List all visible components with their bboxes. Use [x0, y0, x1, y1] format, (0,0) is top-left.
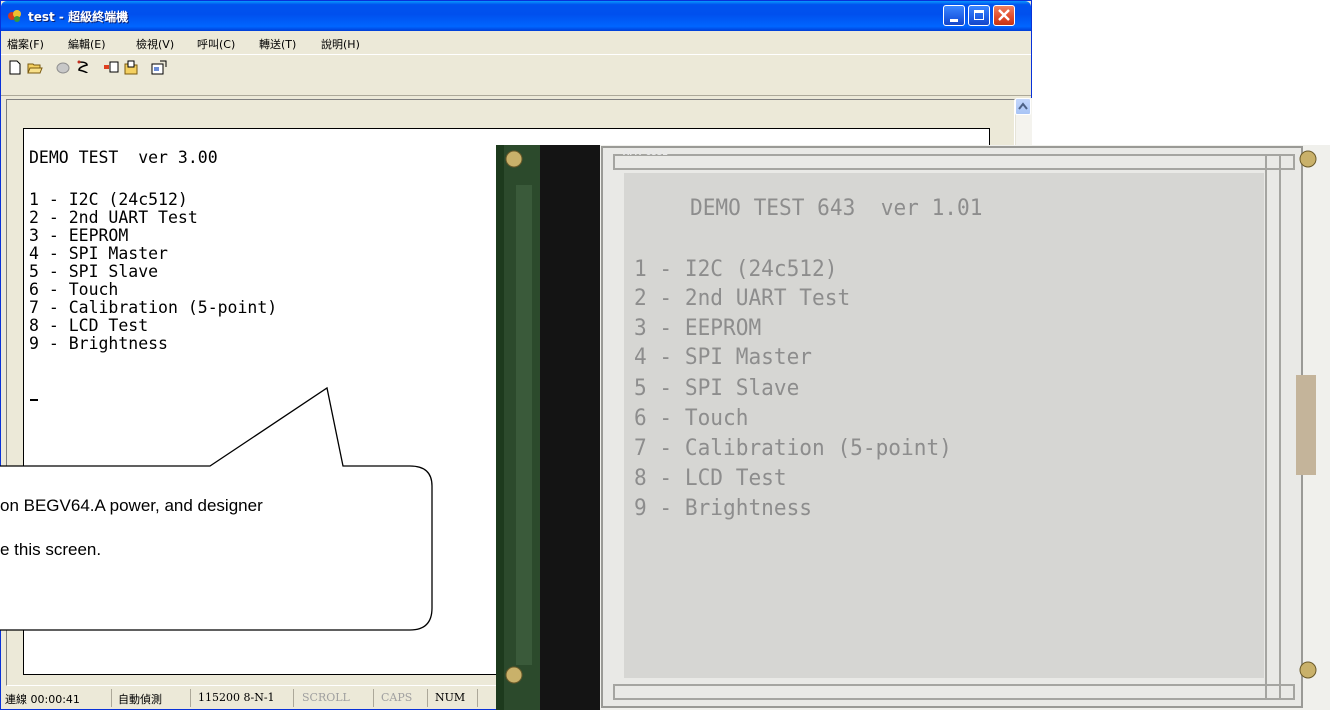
lcd-line: 7 - Calibration (5-point) — [634, 436, 952, 461]
lcd-line: 5 - SPI Slave — [634, 376, 800, 401]
lcd-line: 9 - Brightness — [634, 496, 813, 521]
lcd-line: 4 - SPI Master — [634, 345, 813, 370]
lcd-module-photo: AMY 0532 DEMO TEST 643 ver 1.01 1 - I2C … — [496, 145, 1330, 710]
lcd-board-illustration — [496, 145, 1330, 710]
lcd-line: 2 - 2nd UART Test — [634, 286, 851, 311]
lcd-line: DEMO TEST 643 ver 1.01 — [690, 196, 983, 221]
callout-line-2: e this screen. — [0, 540, 102, 559]
callout-line-1: on BEGV64.A power, and designer — [0, 496, 263, 515]
lcd-line: 8 - LCD Test — [634, 466, 787, 491]
lcd-line: 3 - EEPROM — [634, 316, 762, 341]
lcd-line: 1 - I2C (24c512) — [634, 257, 838, 282]
lcd-board-label: AMY 0532 — [623, 148, 668, 157]
lcd-line: 6 - Touch — [634, 406, 749, 431]
